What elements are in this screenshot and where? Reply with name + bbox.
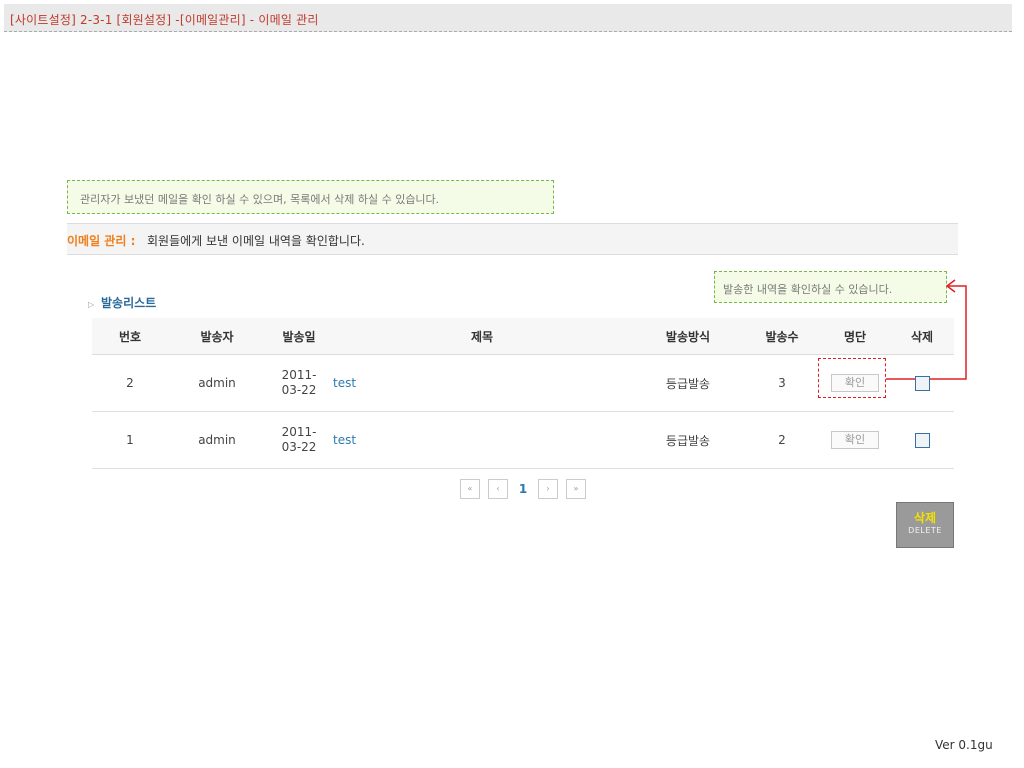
table-header-row: 번호 발송자 발송일 제목 발송방식 발송수 명단 삭제 xyxy=(92,318,954,355)
prev-page-button[interactable]: ‹ xyxy=(488,479,508,499)
delete-button-sublabel: DELETE xyxy=(908,526,942,535)
section-header: 이메일 관리 : 회원들에게 보낸 이메일 내역을 확인합니다. xyxy=(67,223,958,255)
subject-link[interactable]: test xyxy=(332,354,632,412)
section-title-wrap: 이메일 관리 : xyxy=(67,232,135,249)
subject-link[interactable]: test xyxy=(332,411,632,469)
last-page-button[interactable]: » xyxy=(566,479,586,499)
delete-button-label: 삭제 xyxy=(913,511,937,525)
cell-delete xyxy=(890,354,954,412)
section-description: 회원들에게 보낸 이메일 내역을 확인합니다. xyxy=(147,234,365,248)
cell-method: 등급발송 xyxy=(632,354,744,412)
list-title: 발송리스트 xyxy=(100,296,157,310)
column-header: 번호 xyxy=(92,318,168,355)
column-header: 발송방식 xyxy=(632,318,744,355)
cell-date: 2011- 03-22 xyxy=(266,354,332,412)
section-title: 이메일 관리 xyxy=(67,234,127,248)
version-label: Ver 0.1gu xyxy=(935,738,993,752)
breadcrumb-bar: [사이트설정] 2-3-1 [회원설정] -[이메일관리] - 이메일 관리 xyxy=(4,4,1012,32)
column-header: 삭제 xyxy=(890,318,954,355)
column-header: 발송일 xyxy=(266,318,332,355)
date-line: 2011- xyxy=(281,368,317,382)
confirm-button[interactable]: 확인 xyxy=(831,431,879,449)
column-header: 명단 xyxy=(820,318,890,355)
section-separator: : xyxy=(130,234,136,248)
cell-no: 2 xyxy=(92,354,168,412)
note-description-top: 관리자가 보냈던 메일을 확인 하실 수 있으며, 목록에서 삭제 하실 수 있… xyxy=(67,180,554,214)
delete-checkbox[interactable] xyxy=(914,375,930,391)
annotation-highlight-box xyxy=(818,358,886,398)
column-header: 발송자 xyxy=(168,318,266,355)
cell-sender: admin xyxy=(168,411,266,469)
delete-button[interactable]: 삭제 DELETE xyxy=(896,502,954,548)
cell-no: 1 xyxy=(92,411,168,469)
cell-count: 2 xyxy=(744,411,820,469)
bullet-icon: ▷ xyxy=(88,300,95,309)
column-header: 발송수 xyxy=(744,318,820,355)
list-title-wrap: ▷ 발송리스트 xyxy=(88,294,156,311)
first-page-button[interactable]: « xyxy=(460,479,480,499)
next-page-button[interactable]: › xyxy=(538,479,558,499)
cell-sender: admin xyxy=(168,354,266,412)
date-line: 2011- xyxy=(281,425,317,439)
column-header: 제목 xyxy=(332,318,632,355)
cell-delete xyxy=(890,411,954,469)
breadcrumb: [사이트설정] 2-3-1 [회원설정] -[이메일관리] - 이메일 관리 xyxy=(10,13,319,27)
cell-method: 등급발송 xyxy=(632,411,744,469)
table-row: 1 admin 2011- 03-22 test 등급발송 2 확인 xyxy=(92,411,954,469)
date-line: 03-22 xyxy=(281,383,317,397)
date-line: 03-22 xyxy=(281,440,317,454)
current-page[interactable]: 1 xyxy=(513,479,533,499)
cell-list: 확인 xyxy=(820,411,890,469)
delete-checkbox[interactable] xyxy=(914,432,930,448)
cell-count: 3 xyxy=(744,354,820,412)
cell-date: 2011- 03-22 xyxy=(266,411,332,469)
